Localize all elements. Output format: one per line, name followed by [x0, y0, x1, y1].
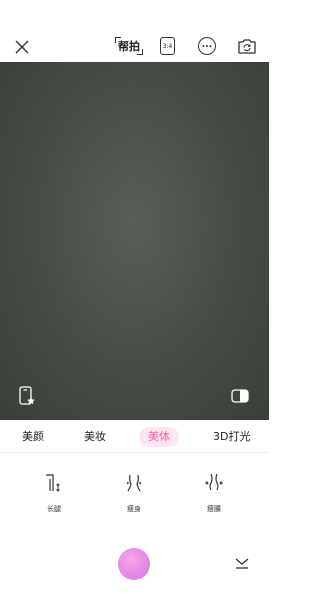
- tab-3d-lighting[interactable]: 3D打光: [213, 422, 250, 452]
- more-button[interactable]: [198, 37, 216, 55]
- more-dots-icon: [202, 45, 212, 47]
- tool-slim-body[interactable]: 瘦身: [104, 472, 164, 514]
- category-tabs: 美颜 美妆 美体 3D打光: [0, 422, 269, 453]
- tool-label: 瘦腰: [207, 505, 221, 513]
- tab-makeup[interactable]: 美妆: [84, 422, 106, 452]
- compare-button[interactable]: [231, 388, 249, 404]
- switch-camera-button[interactable]: [236, 35, 258, 57]
- close-button[interactable]: [10, 35, 34, 59]
- long-legs-icon: [46, 474, 60, 492]
- aspect-ratio-label: 3:4: [162, 42, 173, 50]
- tool-label: 长腿: [47, 505, 61, 513]
- phone-star-icon: [19, 386, 35, 405]
- close-icon: [15, 40, 29, 54]
- collapse-panel-button[interactable]: [234, 556, 250, 570]
- slim-body-icon: [126, 474, 142, 492]
- top-bar: 帮拍 3:4: [0, 0, 269, 62]
- tab-body[interactable]: 美体: [139, 427, 179, 447]
- tool-long-legs[interactable]: 长腿: [24, 472, 84, 514]
- chevron-down-icon: [235, 558, 249, 569]
- camera-preview[interactable]: [0, 62, 269, 420]
- compare-icon: [231, 389, 249, 403]
- tab-beauty[interactable]: 美颜: [22, 422, 44, 452]
- camera-flip-icon: [238, 39, 256, 54]
- tool-slim-waist[interactable]: 瘦腰: [184, 472, 244, 514]
- corner-bracket-icon: [115, 37, 121, 43]
- shutter-button[interactable]: [118, 548, 150, 580]
- slim-waist-icon: [205, 473, 223, 491]
- body-tools: 长腿 瘦身 瘦腰: [0, 462, 269, 524]
- favorite-filter-button[interactable]: [16, 384, 38, 408]
- tool-label: 瘦身: [127, 505, 141, 513]
- aspect-ratio-button[interactable]: 3:4: [160, 37, 175, 55]
- corner-bracket-icon: [137, 49, 143, 55]
- helper-shoot-button[interactable]: 帮拍: [114, 34, 144, 58]
